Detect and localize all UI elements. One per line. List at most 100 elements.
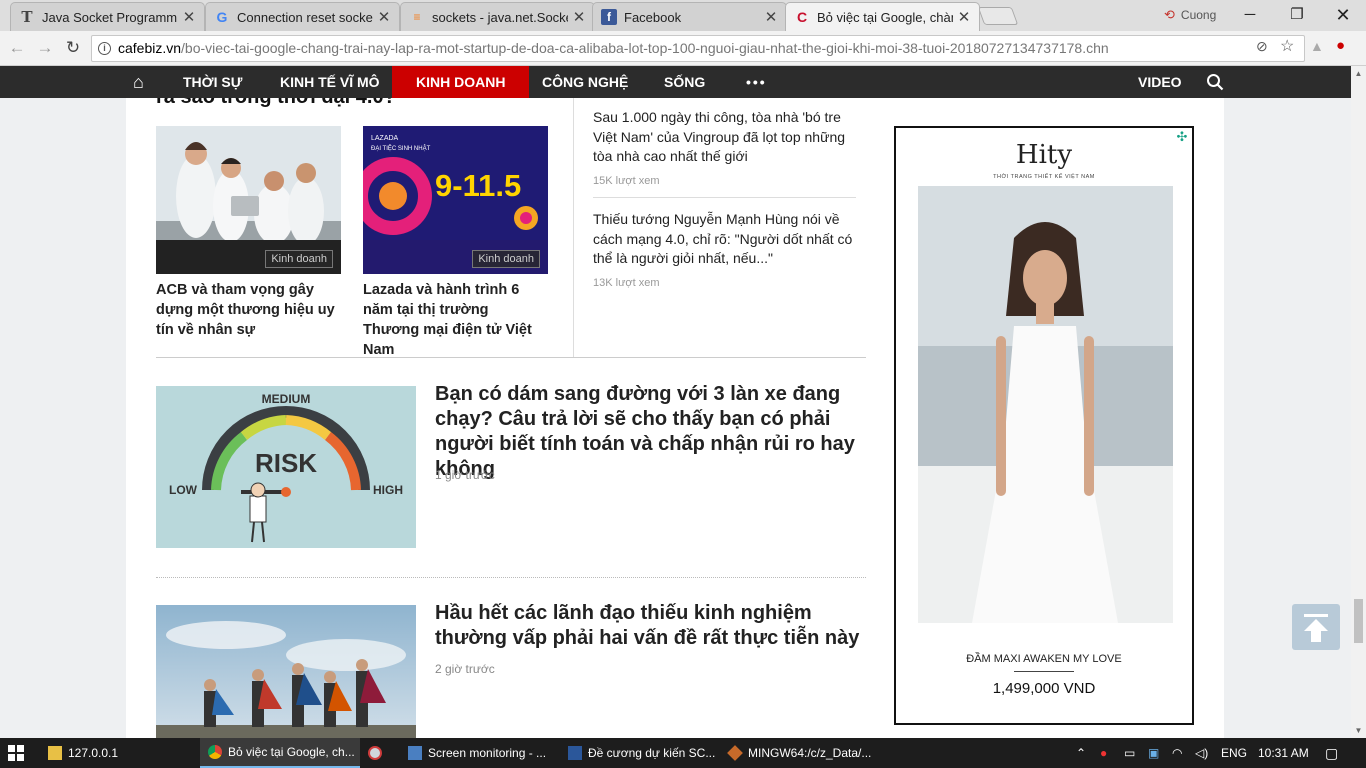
nav-kinh-te-vi-mo[interactable]: KINH TẾ VĨ MÔ [280,66,380,98]
word-icon [568,746,582,760]
tray-language[interactable]: ENG [1221,738,1247,768]
nav-cong-nghe[interactable]: CÔNG NGHỆ [542,66,628,98]
scrollbar-thumb[interactable] [1354,599,1363,643]
address-bar[interactable]: i cafebiz.vn/bo-viec-tai-google-chang-tra… [91,35,1305,62]
taskbar-item-word[interactable]: Đề cương dự kiến SC... [568,738,718,768]
tab-connection-reset[interactable]: G Connection reset socket j ✕ [205,2,400,31]
forward-button[interactable]: → [34,37,56,59]
ad-rule [1014,671,1074,672]
advertisement-banner[interactable]: ✣ Hity THỜI TRANG THIẾT KẾ VIỆT NAM ĐẦM … [894,126,1194,725]
close-tab-icon[interactable]: ✕ [377,8,391,26]
close-tab-icon[interactable]: ✕ [764,8,778,26]
profile-icon: ⟲ [1164,7,1175,22]
card-title-lazada[interactable]: Lazada và hành trình 6 năm tại thị trườn… [363,280,548,360]
new-tab-button[interactable] [977,7,1019,25]
side-news-item[interactable]: Sau 1.000 ngày thi công, tòa nhà 'bó tre… [593,108,858,187]
search-icon[interactable] [1206,66,1224,98]
windows-taskbar: 127.0.0.1 Bỏ việc tại Google, ch... Scre… [0,738,1366,768]
taskbar-item-folder[interactable]: 127.0.0.1 [48,738,196,768]
ad-tagline: THỜI TRANG THIẾT KẾ VIỆT NAM [993,174,1095,180]
git-bash-icon [727,745,743,761]
back-to-top-button[interactable] [1292,604,1340,650]
tab-java-socket[interactable]: T Java Socket Programming ✕ [10,2,205,31]
stackoverflow-icon: ≡ [413,10,421,24]
gauge-center-label: RISK [255,448,317,478]
tray-network-alert-icon[interactable]: ● [1100,738,1107,768]
reload-button[interactable]: ↻ [62,37,84,59]
taskbar-item-chrome[interactable]: Bỏ việc tại Google, ch... [200,738,360,768]
nav-song[interactable]: SỐNG [664,66,705,98]
tray-wifi-icon[interactable]: ◠ [1172,738,1182,768]
notification-icon[interactable]: ▢ [1325,738,1338,768]
column-divider [573,98,574,358]
view-count: 15K lượt xem [593,174,660,187]
restore-button[interactable]: ❐ [1283,4,1311,26]
tray-chevron-icon[interactable]: ⌃ [1076,738,1086,768]
cookie-blocked-icon[interactable]: ⊘ [1256,38,1268,55]
view-count: 13K lượt xem [593,276,660,289]
nav-kinh-doanh[interactable]: KINH DOANH [392,66,530,98]
taskbar-item-paint[interactable] [368,738,394,768]
category-tag[interactable]: Kinh doanh [472,250,540,268]
close-tab-icon[interactable]: ✕ [957,8,971,26]
folder-icon [48,746,62,760]
page-scrollbar[interactable]: ▲ ▼ [1351,66,1366,738]
side-news-title[interactable]: Thiếu tướng Nguyễn Mạnh Hùng nói về cách… [593,210,858,269]
tray-volume-icon[interactable]: ◁) [1195,738,1208,768]
windows-start-icon[interactable] [8,738,34,768]
close-window-button[interactable]: ✕ [1329,4,1357,26]
bookmark-star-icon[interactable]: ☆ [1280,36,1294,56]
article-title[interactable]: Bạn có dám sang đường với 3 làn xe đang … [435,382,865,482]
main-content: ra sao trong thời đại 4.0? Kinh doanh AC… [126,98,1224,738]
profile-button[interactable]: ⟲ Cuong [1164,7,1216,23]
side-news-item[interactable]: Thiếu tướng Nguyễn Mạnh Hùng nói về cách… [593,210,858,289]
section-divider [156,357,866,358]
lazada-sub-text: ĐẠI TIỆC SINH NHẬT [371,144,431,152]
tab-facebook[interactable]: f Facebook ✕ [592,2,787,31]
info-icon[interactable]: i [98,42,111,55]
more-menu-icon[interactable]: ••• [746,66,767,98]
ad-price: 1,499,000 VND [992,680,1096,697]
tab-cafebiz[interactable]: C Bỏ việc tại Google, chàng ✕ [785,2,980,31]
chrome-icon [208,745,222,759]
back-button[interactable]: ← [6,37,28,59]
gauge-left-label: LOW [169,483,198,497]
facebook-icon: f [601,9,617,25]
lazada-promo-text: 9-11.5 [435,168,521,203]
ad-brand-logo: Hity [1015,140,1073,170]
tray-clock[interactable]: 10:31 AM [1258,738,1309,768]
cafebiz-icon: C [796,9,808,25]
taskbar-item-virtualbox[interactable]: Screen monitoring - ... [408,738,558,768]
browser-toolbar: ← → ↻ i cafebiz.vn/bo-viec-tai-google-cha… [0,31,1366,66]
scroll-up-arrow-icon[interactable]: ▲ [1351,66,1366,81]
tray-battery-icon[interactable]: ▭ [1124,738,1135,768]
article-image-leaders[interactable] [156,605,416,738]
card-image-acb[interactable]: Kinh doanh [156,126,341,274]
article-title[interactable]: Hầu hết các lãnh đạo thiếu kinh nghiệm t… [435,601,865,651]
nav-video[interactable]: VIDEO [1138,66,1182,98]
typeface-icon: T [21,8,33,26]
extension-red-icon[interactable]: ● [1336,37,1345,54]
google-icon: G [216,9,228,25]
side-news-title[interactable]: Sau 1.000 ngày thi công, tòa nhà 'bó tre… [593,108,858,167]
article-title-cut[interactable]: ra sao trong thời đại 4.0? [156,98,396,109]
close-tab-icon[interactable]: ✕ [182,8,196,26]
article-image-risk[interactable]: MEDIUM RISK LOW HIGH [156,386,416,548]
nav-thoi-su[interactable]: THỜI SỰ [183,66,242,98]
taskbar-item-git-bash[interactable]: MINGW64:/c/z_Data/... [727,738,878,768]
article-divider [156,577,866,578]
lazada-brand-text: LAZADA [371,135,399,142]
home-icon[interactable]: ⌂ [133,66,144,98]
card-image-lazada[interactable]: 9-11.5 LAZADA ĐẠI TIỆC SINH NHẬT Kinh do… [363,126,548,274]
extension-icon[interactable]: ▲ [1310,38,1324,54]
minimize-button[interactable]: ─ [1236,4,1264,26]
page-body: ra sao trong thời đại 4.0? Kinh doanh AC… [0,98,1351,738]
close-tab-icon[interactable]: ✕ [572,8,586,26]
scroll-down-arrow-icon[interactable]: ▼ [1351,723,1366,738]
category-tag[interactable]: Kinh doanh [265,250,333,268]
card-title-acb[interactable]: ACB và tham vọng gây dựng một thương hiệ… [156,280,341,340]
tab-stackoverflow[interactable]: ≡ sockets - java.net.Socket ✕ [400,2,595,31]
virtualbox-icon [408,746,422,760]
article-time: 1 giờ trước [435,468,495,482]
tray-app-icon[interactable]: ▣ [1148,738,1159,768]
